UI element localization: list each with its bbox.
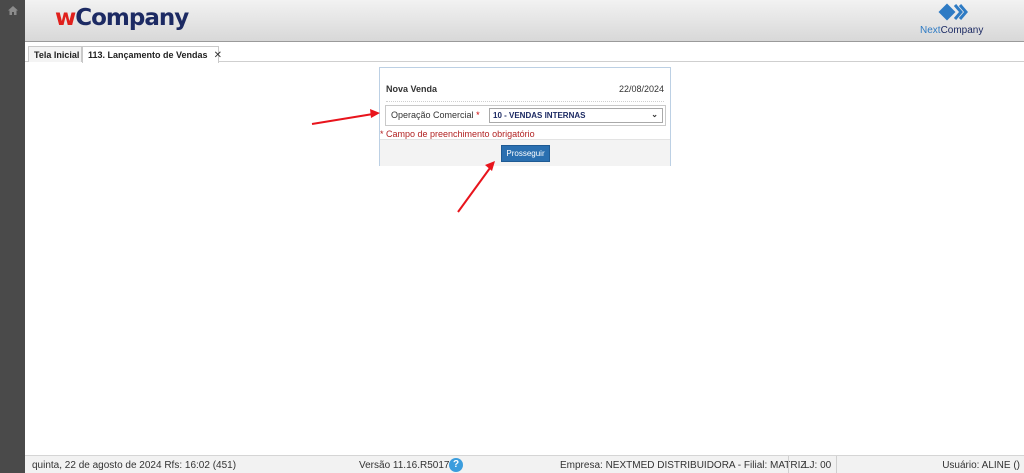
tab-lancamento-vendas[interactable]: 113. Lançamento de Vendas ✕: [82, 46, 222, 63]
operacao-comercial-label: Operação Comercial *: [391, 110, 480, 120]
status-version: Versão 11.16.R5017: [359, 460, 450, 471]
select-value: 10 - VENDAS INTERNAS: [493, 111, 586, 120]
panel-date: 22/08/2024: [618, 84, 664, 94]
tab-bar: Tela Inicial 113. Lançamento de Vendas ✕: [25, 44, 1024, 63]
status-date: quinta, 22 de agosto de 2024 Rfs: 16:02 …: [32, 460, 237, 471]
app-header: wCompany NextCompany: [25, 0, 1024, 42]
arrow-to-prosseguir: [457, 161, 495, 213]
status-bar: quinta, 22 de agosto de 2024 Rfs: 16:02 …: [25, 455, 1024, 473]
divider: [836, 456, 837, 473]
operacao-comercial-select[interactable]: 10 - VENDAS INTERNAS ⌄: [489, 108, 663, 123]
button-bar: Prosseguir: [380, 139, 670, 166]
arrow-to-operacao: [311, 109, 380, 125]
divider: [386, 101, 664, 102]
operacao-comercial-field: Operação Comercial * 10 - VENDAS INTERNA…: [385, 105, 666, 126]
nextcompany-mark-icon: [938, 3, 968, 21]
chevron-down-icon: ⌄: [651, 110, 658, 119]
panel-title: Nova Venda: [386, 84, 438, 94]
help-icon[interactable]: ?: [449, 458, 463, 472]
nextcompany-logo: NextCompany: [920, 2, 984, 38]
tab-label: Tela Inicial: [34, 50, 80, 60]
status-usuario: Usuário: ALINE (): [942, 460, 1020, 471]
tab-label: 113. Lançamento de Vendas: [88, 50, 208, 60]
left-sidebar: [0, 0, 25, 473]
nova-venda-panel: Nova Venda 22/08/2024 Operação Comercial…: [379, 67, 671, 166]
required-field-error: * Campo de preenchimento obrigatório: [380, 129, 535, 139]
home-icon[interactable]: [6, 4, 20, 16]
status-empresa: Empresa: NEXTMED DISTRIBUIDORA - Filial:…: [560, 460, 807, 471]
tab-tela-inicial[interactable]: Tela Inicial: [28, 46, 82, 62]
status-lj: LJ: 00: [804, 460, 832, 471]
nextcompany-text: NextCompany: [920, 25, 984, 36]
divider: [788, 456, 789, 473]
wcompany-logo: wCompany: [55, 5, 189, 31]
close-icon[interactable]: ✕: [214, 50, 222, 61]
prosseguir-button[interactable]: Prosseguir: [501, 145, 550, 162]
required-mark: *: [476, 110, 480, 120]
